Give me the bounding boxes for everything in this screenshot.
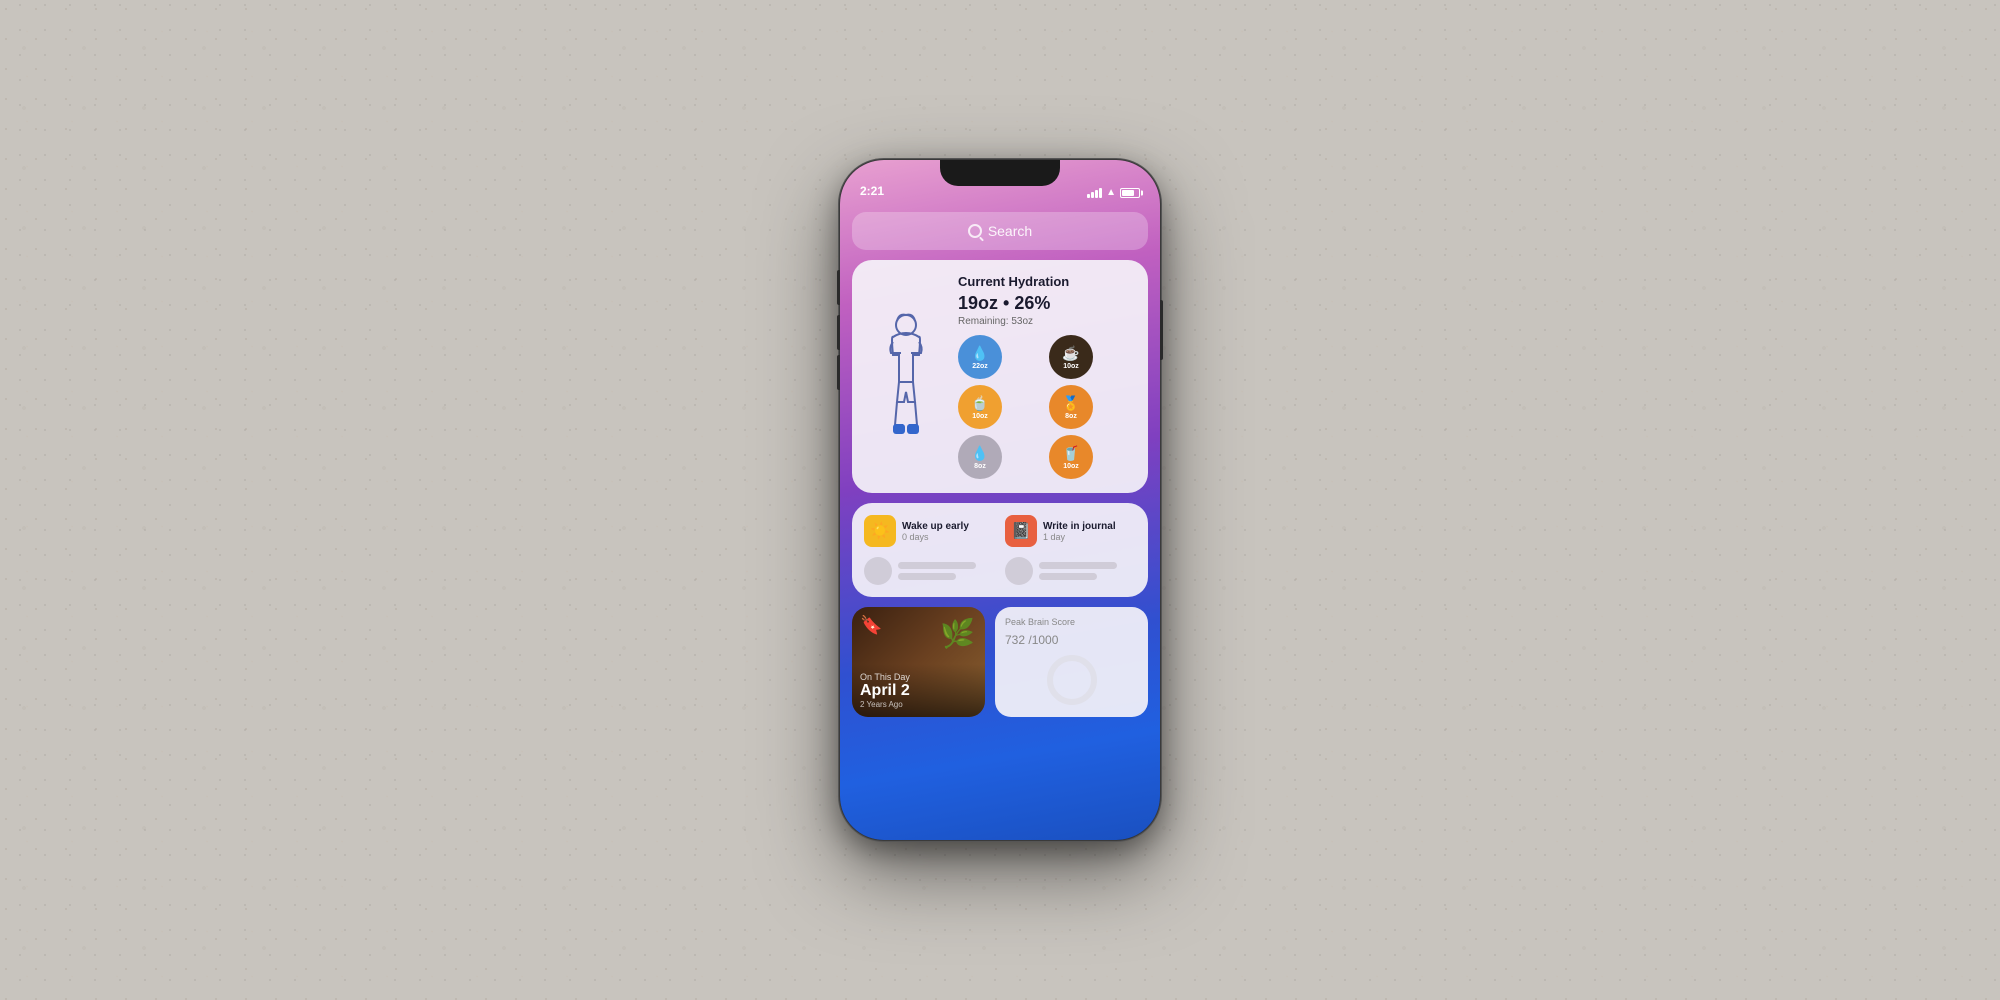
hydration-remaining: Remaining: 53oz bbox=[958, 316, 1134, 327]
juice-icon: 🥤 bbox=[1062, 445, 1079, 462]
journal-name: Write in journal bbox=[1043, 521, 1136, 532]
status-time: 2:21 bbox=[860, 184, 1087, 198]
placeholder-avatar-2 bbox=[1005, 557, 1033, 585]
hydration-card: Current Hydration 19oz • 26% Remaining: … bbox=[852, 260, 1148, 493]
placeholder-avatar-1 bbox=[864, 557, 892, 585]
sports-label: 8oz bbox=[1065, 413, 1077, 420]
bookmark-icon: 🔖 bbox=[860, 615, 882, 635]
placeholder-line-1a bbox=[898, 562, 976, 569]
on-this-day-date: April 2 bbox=[860, 682, 977, 700]
drink-button-soda-8[interactable]: 💧 8oz bbox=[958, 435, 1002, 479]
brain-max: /1000 bbox=[1025, 633, 1058, 647]
phone-device: 2:21 ▲ bbox=[840, 160, 1160, 840]
placeholder-lines-2 bbox=[1039, 562, 1136, 580]
drink-buttons: 💧 22oz ☕ 10oz 🍵 10oz bbox=[958, 335, 1134, 479]
juice-label: 10oz bbox=[1063, 463, 1079, 470]
drink-button-water-22[interactable]: 💧 22oz bbox=[958, 335, 1002, 379]
wake-up-name: Wake up early bbox=[902, 521, 995, 532]
bookmark-icon-wrapper: 🔖 bbox=[860, 615, 882, 636]
phone-notch bbox=[940, 160, 1060, 186]
on-this-day-card[interactable]: 🌿 🔖 On This Day April 2 2 Years Ago bbox=[852, 607, 985, 717]
habit-item-journal[interactable]: 📓 Write in journal 1 day bbox=[1005, 515, 1136, 547]
sports-icon: 🏅 bbox=[1062, 395, 1079, 412]
body-figure-svg bbox=[871, 307, 941, 447]
signal-bar-1 bbox=[1087, 194, 1090, 198]
screen-content: Search bbox=[840, 204, 1160, 840]
battery-fill bbox=[1122, 190, 1134, 196]
battery-icon bbox=[1120, 188, 1140, 198]
phone-body: 2:21 ▲ bbox=[840, 160, 1160, 840]
drink-button-juice-10[interactable]: 🥤 10oz bbox=[1049, 435, 1093, 479]
habits-card: ☀️ Wake up early 0 days 📓 Write in journ… bbox=[852, 503, 1148, 597]
hydration-info: Current Hydration 19oz • 26% Remaining: … bbox=[958, 274, 1134, 479]
placeholder-habits-row bbox=[864, 557, 1136, 585]
wake-up-icon: ☀️ bbox=[864, 515, 896, 547]
brain-chart-svg bbox=[1042, 650, 1102, 710]
wake-up-text: Wake up early 0 days bbox=[902, 521, 995, 542]
placeholder-habit-1 bbox=[864, 557, 995, 585]
coffee-label: 10oz bbox=[1063, 363, 1079, 370]
search-label: Search bbox=[988, 223, 1032, 239]
body-figure bbox=[866, 274, 946, 479]
search-bar[interactable]: Search bbox=[852, 212, 1148, 250]
placeholder-habit-2 bbox=[1005, 557, 1136, 585]
hydration-amount: 19oz • 26% bbox=[958, 293, 1134, 314]
leaf-decoration: 🌿 bbox=[940, 617, 975, 650]
placeholder-line-2a bbox=[1039, 562, 1117, 569]
search-icon bbox=[968, 224, 982, 238]
bottom-row: 🌿 🔖 On This Day April 2 2 Years Ago Peak… bbox=[852, 607, 1148, 717]
placeholder-line-1b bbox=[898, 573, 956, 580]
signal-bars bbox=[1087, 188, 1102, 198]
drink-button-coffee-10[interactable]: ☕ 10oz bbox=[1049, 335, 1093, 379]
soda-label: 8oz bbox=[974, 463, 986, 470]
water-icon: 💧 bbox=[971, 345, 988, 362]
drink-button-sports-8[interactable]: 🏅 8oz bbox=[1049, 385, 1093, 429]
signal-bar-4 bbox=[1099, 188, 1102, 198]
on-this-day-label: On This Day bbox=[860, 672, 977, 682]
tea-icon: 🍵 bbox=[971, 395, 988, 412]
water-label: 22oz bbox=[972, 363, 988, 370]
drink-button-tea-10[interactable]: 🍵 10oz bbox=[958, 385, 1002, 429]
on-this-day-overlay: On This Day April 2 2 Years Ago bbox=[852, 664, 985, 717]
placeholder-line-2b bbox=[1039, 573, 1097, 580]
placeholder-lines-1 bbox=[898, 562, 995, 580]
wifi-icon: ▲ bbox=[1106, 187, 1116, 198]
soda-icon: 💧 bbox=[971, 445, 988, 462]
wake-up-streak: 0 days bbox=[902, 532, 995, 542]
brain-score-card[interactable]: Peak Brain Score 732 /1000 bbox=[995, 607, 1148, 717]
status-icons: ▲ bbox=[1087, 187, 1140, 198]
journal-streak: 1 day bbox=[1043, 532, 1136, 542]
brain-chart bbox=[1005, 650, 1138, 710]
brain-title: Peak Brain Score bbox=[1005, 617, 1138, 627]
signal-bar-3 bbox=[1095, 190, 1098, 198]
habit-item-wake-up[interactable]: ☀️ Wake up early 0 days bbox=[864, 515, 995, 547]
signal-bar-2 bbox=[1091, 192, 1094, 198]
coffee-icon: ☕ bbox=[1062, 345, 1079, 362]
hydration-title: Current Hydration bbox=[958, 274, 1134, 289]
tea-label: 10oz bbox=[972, 413, 988, 420]
journal-icon: 📓 bbox=[1005, 515, 1037, 547]
habits-row: ☀️ Wake up early 0 days 📓 Write in journ… bbox=[864, 515, 1136, 547]
phone-screen: 2:21 ▲ bbox=[840, 160, 1160, 840]
brain-score: 732 /1000 bbox=[1005, 627, 1138, 650]
journal-text: Write in journal 1 day bbox=[1043, 521, 1136, 542]
on-this-day-sub: 2 Years Ago bbox=[860, 700, 977, 709]
